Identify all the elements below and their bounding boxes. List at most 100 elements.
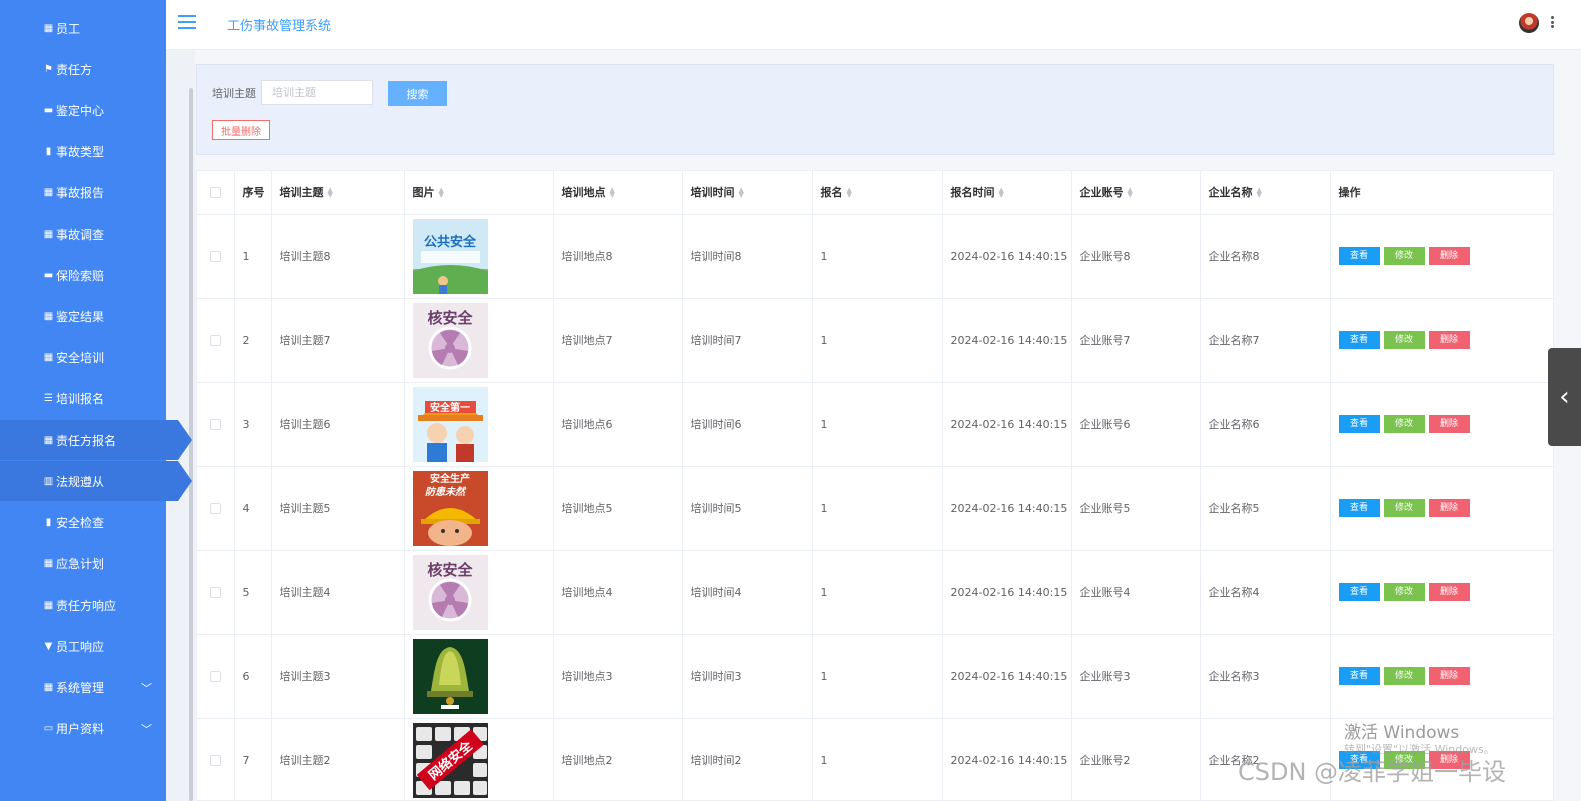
sidebar-item-11[interactable]: ▥ 法规遵从	[0, 461, 192, 501]
edit-button[interactable]: 修改	[1383, 331, 1425, 349]
select-all-checkbox[interactable]	[209, 187, 221, 199]
table-row[interactable]: 4 培训主题5 安全生产 防患未然 培训地点5 培训时间5 1 2024-02-16 14:4…	[197, 466, 1553, 551]
delete-button[interactable]: 删除	[1428, 247, 1470, 265]
table-row[interactable]: 2 培训主题7 核安全 培训地点7 培训时间7 1 2024-02-16 14:40:15 企…	[197, 298, 1553, 383]
svg-text:安全第一: 安全第一	[430, 401, 470, 414]
cell-topic: 培训主题5	[271, 466, 405, 551]
row-checkbox[interactable]	[209, 671, 221, 682]
column-header-time[interactable]: 培训时间 ▲ ▼	[682, 171, 813, 215]
cell-actions: 查看 修改 删除	[1330, 214, 1553, 299]
sidebar-item-14[interactable]: ▦ 责任方响应	[0, 585, 166, 625]
delete-button[interactable]: 删除	[1428, 667, 1470, 685]
column-header-signup_time[interactable]: 报名时间 ▲ ▼	[942, 171, 1072, 215]
sort-icon[interactable]: ▲ ▼	[610, 187, 615, 199]
delete-button[interactable]: 删除	[1428, 415, 1470, 433]
sidebar-item-5[interactable]: ▦ 事故调查	[0, 214, 166, 254]
sort-icon[interactable]: ▲ ▼	[1128, 187, 1133, 199]
row-checkbox[interactable]	[209, 419, 221, 430]
row-checkbox-cell	[197, 718, 235, 800]
sort-icon[interactable]: ▲ ▼	[1257, 187, 1262, 199]
production-safety-image[interactable]: 安全生产 防患未然	[412, 470, 553, 546]
table-row[interactable]: 3 培训主题6 安全第一 培训地点6 培训时间6 1 2024-02-16 14:40:15…	[197, 382, 1553, 467]
row-checkbox[interactable]	[209, 503, 221, 514]
more-vertical-icon[interactable]	[1551, 12, 1555, 32]
public-safety-image[interactable]: 公共安全	[412, 218, 553, 294]
sidebar-item-13[interactable]: ▦ 应急计划	[0, 543, 166, 583]
row-checkbox[interactable]	[209, 587, 221, 598]
sidebar-item-2[interactable]: ▬ 鉴定中心	[0, 90, 166, 130]
edit-button[interactable]: 修改	[1383, 667, 1425, 685]
sidebar-item-7[interactable]: ▦ 鉴定结果	[0, 296, 166, 336]
cell-signup: 1	[812, 718, 943, 800]
cell-actions: 查看 修改 删除	[1330, 298, 1553, 383]
sidebar-item-1[interactable]: ⚑ 责任方	[0, 49, 166, 89]
delete-button[interactable]: 删除	[1428, 331, 1470, 349]
menu-toggle-icon[interactable]	[178, 15, 196, 29]
avatar[interactable]	[1519, 13, 1539, 33]
column-header-image[interactable]: 图片 ▲ ▼	[404, 171, 554, 215]
sidebar-item-label: 应急计划	[56, 556, 105, 571]
safety-first-image[interactable]: 安全第一	[412, 386, 553, 462]
sidebar-item-10[interactable]: ▦ 责任方报名	[0, 420, 192, 460]
sort-icon[interactable]: ▲ ▼	[999, 187, 1004, 199]
view-button[interactable]: 查看	[1338, 247, 1380, 265]
column-header-signup[interactable]: 报名 ▲ ▼	[812, 171, 943, 215]
edit-button[interactable]: 修改	[1383, 247, 1425, 265]
sidebar-item-17[interactable]: ▭ 用户资料 ﹀	[0, 708, 166, 748]
nuclear-safety-image[interactable]: 核安全	[412, 554, 553, 630]
cell-location: 培训地点2	[553, 718, 683, 800]
sidebar-item-3[interactable]: ▮ 事故类型	[0, 131, 166, 171]
view-button[interactable]: 查看	[1338, 415, 1380, 433]
nuclear-safety-image[interactable]: 核安全	[412, 302, 553, 378]
sidebar-item-0[interactable]: ▦ 员工	[0, 8, 166, 48]
edit-button[interactable]: 修改	[1383, 415, 1425, 433]
row-checkbox[interactable]	[209, 755, 221, 766]
cell-actions: 查看 修改 删除	[1330, 550, 1553, 635]
sort-icon[interactable]: ▲ ▼	[739, 187, 744, 199]
view-button[interactable]: 查看	[1338, 499, 1380, 517]
row-checkbox-cell	[197, 466, 235, 551]
sort-icon[interactable]: ▲ ▼	[847, 187, 852, 199]
sidebar-item-label: 员工	[56, 21, 81, 36]
view-button[interactable]: 查看	[1338, 583, 1380, 601]
table-row[interactable]: 6 培训主题3 培训地点3 培训时间3 1 2024-02-16 14:40:15 企业账号…	[197, 634, 1553, 719]
sidebar-item-16[interactable]: ▦ 系统管理 ﹀	[0, 667, 166, 707]
row-checkbox[interactable]	[209, 335, 221, 346]
column-header-account[interactable]: 企业账号 ▲ ▼	[1071, 171, 1201, 215]
cell-signup-time: 2024-02-16 14:40:15	[942, 718, 1072, 800]
sort-icon[interactable]: ▲ ▼	[439, 187, 444, 199]
view-button[interactable]: 查看	[1338, 331, 1380, 349]
column-header-location[interactable]: 培训地点 ▲ ▼	[553, 171, 683, 215]
delete-button[interactable]: 删除	[1428, 499, 1470, 517]
cell-index: 2	[234, 298, 272, 383]
sidebar-item-12[interactable]: ▮ 安全检查	[0, 502, 166, 542]
delete-button[interactable]: 删除	[1428, 583, 1470, 601]
bell-image[interactable]	[412, 638, 553, 714]
sidebar-item-label: 法规遵从	[56, 474, 105, 489]
view-button[interactable]: 查看	[1338, 667, 1380, 685]
column-header-topic[interactable]: 培训主题 ▲ ▼	[271, 171, 405, 215]
sidebar-item-15[interactable]: ▼ 员工响应	[0, 626, 166, 666]
cell-actions: 查看 修改 删除	[1330, 382, 1553, 467]
side-panel-toggle[interactable]: ‹	[1548, 348, 1581, 446]
sidebar-item-9[interactable]: ☰ 培训报名	[0, 378, 166, 418]
network-safety-image[interactable]: 网络安全	[412, 722, 553, 798]
edit-button[interactable]: 修改	[1383, 499, 1425, 517]
search-button[interactable]: 搜索	[388, 81, 447, 106]
row-checkbox[interactable]	[209, 251, 221, 262]
sidebar-scrollbar[interactable]	[189, 88, 193, 801]
sidebar-item-6[interactable]: ▬ 保险索赔	[0, 255, 166, 295]
cell-image: 核安全	[404, 550, 554, 635]
column-header-company[interactable]: 企业名称 ▲ ▼	[1200, 171, 1331, 215]
cell-time: 培训时间5	[682, 466, 813, 551]
sidebar-item-label: 员工响应	[56, 639, 105, 654]
table-row[interactable]: 5 培训主题4 核安全 培训地点4 培训时间4 1 2024-02-16 14:40:15 企…	[197, 550, 1553, 635]
cell-image: 网络安全	[404, 718, 554, 800]
table-row[interactable]: 1 培训主题8 公共安全 培训地点8 培训时间8 1 2024-02-16 14:40:15…	[197, 214, 1553, 299]
sidebar-item-8[interactable]: ▦ 安全培训	[0, 337, 166, 377]
sidebar-item-4[interactable]: ▦ 事故报告	[0, 172, 166, 212]
edit-button[interactable]: 修改	[1383, 583, 1425, 601]
sort-icon[interactable]: ▲ ▼	[328, 187, 333, 199]
search-input[interactable]	[261, 80, 373, 105]
batch-delete-button[interactable]: 批量删除	[212, 120, 270, 140]
